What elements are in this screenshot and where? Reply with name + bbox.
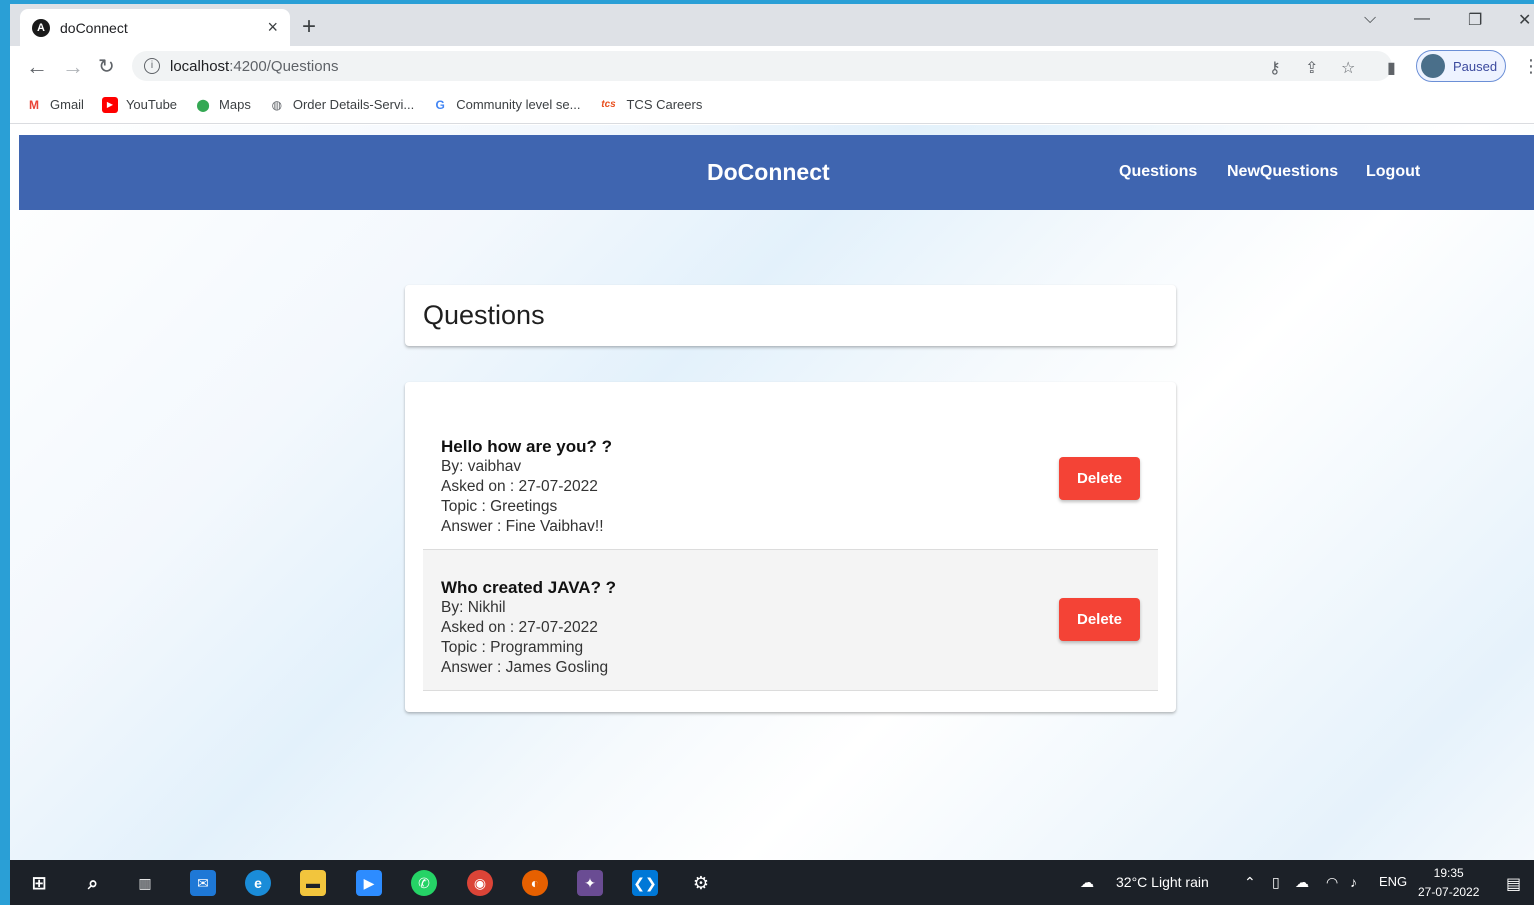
page-viewport: DoConnect Questions NewQuestions Logout …: [10, 125, 1534, 860]
edge-icon[interactable]: e: [245, 870, 271, 896]
question-answer: Answer : Fine Vaibhav!!: [441, 518, 604, 535]
tab-title: doConnect: [60, 19, 128, 36]
minimize-icon[interactable]: —: [1414, 10, 1430, 28]
bookmark-label: Order Details-Servi...: [292, 97, 415, 112]
side-panel-icon[interactable]: ▮: [1387, 58, 1396, 78]
mail-icon[interactable]: ✉: [190, 870, 216, 896]
question-topic: Topic : Greetings: [441, 498, 558, 515]
share-icon[interactable]: ⇪: [1305, 58, 1318, 78]
clock-date: 27-07-2022: [1418, 885, 1480, 899]
vscode-icon[interactable]: ❮❯: [632, 870, 658, 896]
notifications-icon[interactable]: ▤: [1506, 874, 1521, 894]
question-details: Hello how are you? ? By: vaibhav Asked o…: [441, 437, 612, 537]
windows-taskbar: ⊞ ⌕ ▥ ✉ e ▬ ▶ ✆ ◉ ◐ ✦ ❮❯ ⚙ ☁ 32°C Light …: [10, 860, 1534, 905]
profile-button[interactable]: Paused: [1416, 50, 1506, 82]
close-window-icon[interactable]: ✕: [1518, 10, 1531, 30]
question-details: Who created JAVA? ? By: Nikhil Asked on …: [441, 578, 616, 678]
volume-icon[interactable]: ♪: [1350, 874, 1357, 890]
whatsapp-icon[interactable]: ✆: [411, 870, 437, 896]
question-item: Hello how are you? ? By: vaibhav Asked o…: [423, 409, 1158, 550]
youtube-icon: ▶: [101, 96, 118, 113]
bookmark-maps[interactable]: ⬤ Maps: [195, 97, 251, 113]
chrome-icon[interactable]: ◉: [467, 870, 493, 896]
url-host: localhost: [170, 57, 230, 75]
clock-time: 19:35: [1433, 866, 1464, 880]
question-item: Who created JAVA? ? By: Nikhil Asked on …: [423, 550, 1158, 691]
profile-label: Paused: [1453, 58, 1498, 74]
question-topic: Topic : Programming: [441, 639, 584, 656]
file-explorer-icon[interactable]: ▬: [300, 870, 326, 896]
start-icon[interactable]: ⊞: [26, 870, 52, 896]
app-icon[interactable]: ✦: [577, 870, 603, 896]
weather-text[interactable]: 32°C Light rain: [1116, 874, 1209, 890]
question-author: By: Nikhil: [441, 599, 506, 616]
bookmark-gmail[interactable]: M Gmail: [26, 97, 84, 113]
zoom-icon[interactable]: ▶: [356, 870, 382, 896]
reload-icon[interactable]: ↻: [98, 54, 115, 79]
page-title-card: Questions: [405, 285, 1176, 346]
maps-icon: ⬤: [196, 97, 210, 112]
wifi-icon[interactable]: ◠: [1326, 874, 1338, 891]
language-indicator[interactable]: ENG: [1379, 874, 1407, 889]
settings-icon[interactable]: ⚙: [688, 870, 714, 896]
globe-icon: ◍: [271, 97, 283, 112]
tab-search-icon[interactable]: ⌵: [1364, 10, 1376, 28]
task-view-icon[interactable]: ▥: [132, 870, 158, 896]
app-navbar: DoConnect Questions NewQuestions Logout: [19, 135, 1534, 210]
restore-icon[interactable]: ❐: [1468, 10, 1482, 30]
question-title: Hello how are you? ?: [441, 437, 612, 456]
browser-window: A doConnect × + ⌵ — ❐ ✕ ← → ↻ i localhos…: [10, 4, 1534, 860]
question-date: Asked on : 27-07-2022: [441, 478, 598, 495]
nav-questions[interactable]: Questions: [1119, 163, 1197, 181]
onedrive-icon[interactable]: ☁: [1295, 874, 1309, 891]
url-path: :4200/Questions: [229, 57, 339, 75]
star-icon[interactable]: ☆: [1341, 58, 1355, 78]
browser-toolbar: ← → ↻ i localhost:4200/Questions ⚷ ⇪ ☆ ▮…: [10, 46, 1534, 86]
firefox-icon[interactable]: ◐: [522, 870, 548, 896]
address-bar[interactable]: i localhost:4200/Questions: [132, 51, 1392, 81]
question-answer: Answer : James Gosling: [441, 659, 609, 676]
bookmark-youtube[interactable]: ▶ YouTube: [101, 96, 178, 113]
delete-button[interactable]: Delete: [1059, 457, 1140, 500]
bookmarks-bar: M Gmail ▶ YouTube ⬤ Maps ◍ Order Details…: [10, 86, 1534, 124]
tab-strip: A doConnect × + ⌵ — ❐ ✕: [10, 4, 1534, 46]
bookmark-label: Gmail: [50, 97, 84, 112]
question-title: Who created JAVA? ?: [441, 578, 617, 597]
bookmark-community[interactable]: G Community level se...: [432, 97, 581, 113]
key-icon[interactable]: ⚷: [1269, 58, 1281, 78]
angular-icon: A: [32, 18, 50, 37]
bookmark-label: Maps: [219, 97, 251, 112]
delete-button[interactable]: Delete: [1059, 598, 1140, 641]
nav-new-questions[interactable]: NewQuestions: [1227, 163, 1338, 181]
google-icon: G: [435, 97, 445, 112]
close-tab-icon[interactable]: ×: [267, 17, 278, 38]
tray-chevron-icon[interactable]: ⌃: [1244, 874, 1256, 891]
browser-tab[interactable]: A doConnect ×: [20, 9, 290, 46]
forward-icon[interactable]: →: [62, 54, 84, 80]
bookmark-label: Community level se...: [456, 97, 581, 112]
info-icon[interactable]: i: [144, 58, 160, 74]
question-author: By: vaibhav: [441, 458, 522, 475]
question-date: Asked on : 27-07-2022: [441, 619, 598, 636]
new-tab-button[interactable]: +: [302, 13, 316, 41]
bookmark-tcs-careers[interactable]: tcs TCS Careers: [598, 97, 702, 113]
bookmark-label: YouTube: [125, 97, 178, 112]
brand-title[interactable]: DoConnect: [707, 159, 830, 186]
back-icon[interactable]: ←: [26, 54, 48, 80]
device-icon[interactable]: ▯: [1272, 874, 1280, 891]
menu-icon[interactable]: ⋮: [1522, 56, 1534, 77]
gmail-icon: M: [29, 97, 39, 112]
clock[interactable]: 19:35 27-07-2022: [1418, 864, 1479, 902]
questions-list: Hello how are you? ? By: vaibhav Asked o…: [405, 382, 1176, 712]
nav-logout[interactable]: Logout: [1366, 163, 1420, 181]
avatar: [1421, 54, 1445, 78]
search-icon[interactable]: ⌕: [80, 870, 106, 896]
page-title: Questions: [423, 300, 545, 330]
weather-icon[interactable]: ☁: [1080, 874, 1094, 891]
bookmark-order-details[interactable]: ◍ Order Details-Servi...: [269, 97, 415, 113]
bookmark-label: TCS Careers: [626, 97, 703, 112]
tcs-icon: tcs: [601, 99, 616, 110]
